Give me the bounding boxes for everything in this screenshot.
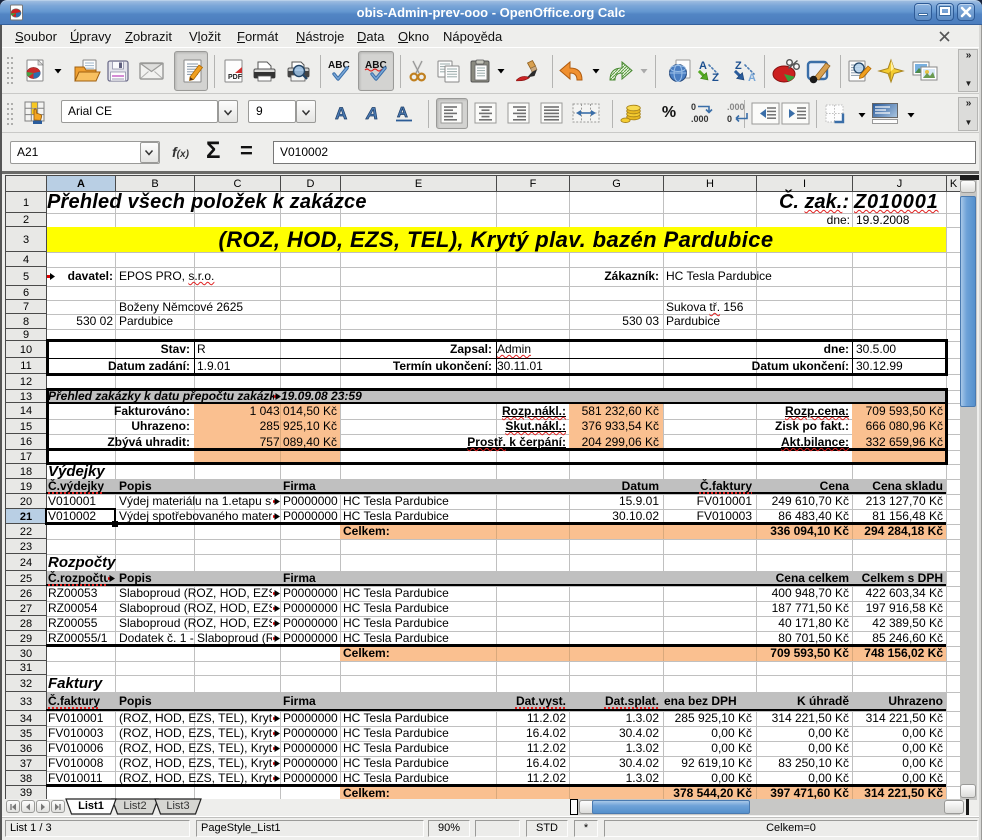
svg-text:A: A [748,72,756,84]
svg-text:A: A [365,104,378,123]
svg-text:Z: Z [712,72,719,84]
svg-text:A: A [335,104,347,123]
svg-text:.000: .000 [727,102,745,112]
svg-text:0: 0 [691,102,696,112]
svg-text:PDF: PDF [228,74,243,81]
svg-text:A: A [397,104,408,121]
svg-text:0: 0 [727,114,732,124]
svg-text:.000: .000 [691,114,709,124]
